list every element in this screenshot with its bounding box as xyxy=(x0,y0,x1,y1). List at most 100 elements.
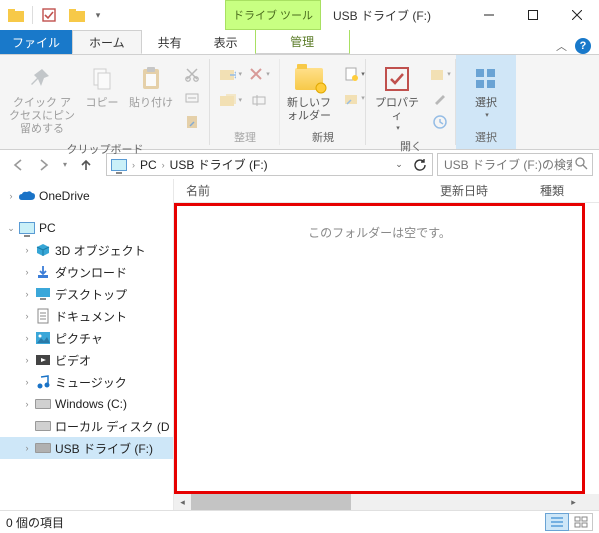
file-list-area[interactable]: このフォルダーは空です。 ◂ ▸ xyxy=(174,203,599,510)
copy-label: コピー xyxy=(86,97,119,110)
forward-button[interactable] xyxy=(32,153,56,177)
breadcrumb-pc[interactable]: PC xyxy=(138,158,159,172)
explorer-window: ▾ ドライブ ツール USB ドライブ (F:) ファイル ホーム 共有 表示 … xyxy=(0,0,599,533)
tree-item-videos[interactable]: ›ビデオ xyxy=(0,349,173,371)
new-folder-icon xyxy=(293,63,325,95)
paste-icon xyxy=(135,63,167,95)
column-date[interactable]: 更新日時 xyxy=(440,182,540,199)
copy-path-button[interactable] xyxy=(181,87,203,109)
pin-to-quick-access-button[interactable]: クイック アクセスにピン留めする xyxy=(7,61,77,139)
qat-customize-button[interactable]: ▾ xyxy=(91,1,105,29)
tree-item-drive-c[interactable]: ›Windows (C:) xyxy=(0,393,173,415)
tree-label: Windows (C:) xyxy=(55,397,127,411)
tree-item-desktop[interactable]: ›デスクトップ xyxy=(0,283,173,305)
videos-icon xyxy=(34,351,52,369)
properties-button[interactable]: プロパティ▾ xyxy=(371,61,423,136)
window-title: USB ドライブ (F:) xyxy=(321,0,443,30)
search-input[interactable] xyxy=(442,157,574,173)
ribbon-group-select: 選択▾ 選択 xyxy=(456,55,516,149)
tab-file[interactable]: ファイル xyxy=(0,30,72,54)
tab-share[interactable]: 共有 xyxy=(142,30,198,54)
column-name[interactable]: 名前 xyxy=(186,182,440,199)
open-button[interactable]: ▾ xyxy=(429,63,451,85)
search-box[interactable] xyxy=(437,153,593,176)
new-folder-label: 新しいフォルダー xyxy=(283,97,335,123)
thumbnails-view-button[interactable] xyxy=(569,513,593,531)
column-headers[interactable]: 名前 更新日時 種類 xyxy=(174,179,599,203)
breadcrumb-current[interactable]: USB ドライブ (F:) xyxy=(168,156,270,173)
body: ›OneDrive ⌄PC ›3D オブジェクト ›ダウンロード ›デスクトップ… xyxy=(0,179,599,510)
ribbon-tabs: ファイル ホーム 共有 表示 管理 ︿ ? xyxy=(0,30,599,54)
new-folder-button[interactable]: 新しいフォルダー xyxy=(281,61,337,125)
tree-item-pc[interactable]: ⌄PC xyxy=(0,217,173,239)
scroll-right-button[interactable]: ▸ xyxy=(565,494,582,510)
tree-item-onedrive[interactable]: ›OneDrive xyxy=(0,185,173,207)
tree-label: ミュージック xyxy=(55,374,127,391)
edit-button[interactable] xyxy=(429,87,451,109)
maximize-button[interactable] xyxy=(511,0,555,30)
tree-item-3d-objects[interactable]: ›3D オブジェクト xyxy=(0,239,173,261)
folder-icon xyxy=(2,1,30,29)
tab-view[interactable]: 表示 xyxy=(198,30,254,54)
chevron-right-icon[interactable]: › xyxy=(159,160,168,170)
column-type[interactable]: 種類 xyxy=(540,182,599,199)
ribbon-group-organize: ▾ ▾ ▾ 整理 xyxy=(210,55,280,149)
horizontal-scrollbar[interactable]: ◂ ▸ xyxy=(174,494,582,510)
scroll-left-button[interactable]: ◂ xyxy=(174,494,191,510)
select-button[interactable]: 選択▾ xyxy=(463,61,509,123)
tree-item-music[interactable]: ›ミュージック xyxy=(0,371,173,393)
scroll-thumb[interactable] xyxy=(191,494,351,510)
delete-button[interactable]: ▾ xyxy=(248,63,270,85)
tree-item-drive-f[interactable]: ›USB ドライブ (F:) xyxy=(0,437,173,459)
tree-label: ビデオ xyxy=(55,352,91,369)
minimize-button[interactable] xyxy=(467,0,511,30)
tree-label: ダウンロード xyxy=(55,264,127,281)
properties-qat-button[interactable] xyxy=(35,1,63,29)
new-folder-qat-button[interactable] xyxy=(63,1,91,29)
breadcrumb-root-icon[interactable] xyxy=(109,159,129,171)
cut-button[interactable] xyxy=(181,63,203,85)
documents-icon xyxy=(34,307,52,325)
collapse-ribbon-button[interactable]: ︿ xyxy=(556,38,567,54)
drive-icon xyxy=(34,395,52,413)
back-button[interactable] xyxy=(6,153,30,177)
copy-button[interactable]: コピー xyxy=(83,61,121,112)
move-to-button[interactable]: ▾ xyxy=(220,63,242,85)
select-label: 選択 xyxy=(475,97,497,110)
close-button[interactable] xyxy=(555,0,599,30)
ribbon: クイック アクセスにピン留めする コピー 貼り付け クリップボード xyxy=(0,54,599,150)
copy-to-button[interactable]: ▾ xyxy=(220,89,242,111)
new-item-button[interactable]: ▾ xyxy=(343,63,365,85)
properties-label: プロパティ xyxy=(373,97,421,123)
tab-home[interactable]: ホーム xyxy=(72,30,142,54)
easy-access-button[interactable]: ▾ xyxy=(343,87,365,109)
status-bar: 0 個の項目 xyxy=(0,510,599,533)
3d-objects-icon xyxy=(34,241,52,259)
refresh-button[interactable] xyxy=(410,155,430,175)
address-dropdown-button[interactable]: ⌄ xyxy=(390,155,408,175)
tree-item-documents[interactable]: ›ドキュメント xyxy=(0,305,173,327)
rename-button[interactable] xyxy=(248,89,270,111)
window-controls xyxy=(467,0,599,30)
tree-label: OneDrive xyxy=(39,189,90,203)
chevron-right-icon[interactable]: › xyxy=(129,160,138,170)
clipboard-group-label: クリップボード xyxy=(67,139,144,159)
tree-item-pictures[interactable]: ›ピクチャ xyxy=(0,327,173,349)
onedrive-icon xyxy=(18,187,36,205)
tab-manage[interactable]: 管理 xyxy=(255,30,350,54)
navigation-pane[interactable]: ›OneDrive ⌄PC ›3D オブジェクト ›ダウンロード ›デスクトップ… xyxy=(0,179,174,510)
search-icon xyxy=(574,156,588,173)
paste-label: 貼り付け xyxy=(129,97,173,110)
scroll-corner xyxy=(582,494,599,510)
tree-item-drive-d[interactable]: ローカル ディスク (D xyxy=(0,415,173,437)
paste-button[interactable]: 貼り付け xyxy=(127,61,175,112)
select-group-label: 選択 xyxy=(475,127,497,147)
breadcrumb-bar[interactable]: › PC › USB ドライブ (F:) ⌄ xyxy=(106,153,433,176)
history-button[interactable] xyxy=(429,111,451,133)
paste-shortcut-button[interactable] xyxy=(181,111,203,133)
content-pane: 名前 更新日時 種類 このフォルダーは空です。 ◂ ▸ xyxy=(174,179,599,510)
tree-label: PC xyxy=(39,221,56,235)
help-icon[interactable]: ? xyxy=(575,38,591,54)
details-view-button[interactable] xyxy=(545,513,569,531)
tree-item-downloads[interactable]: ›ダウンロード xyxy=(0,261,173,283)
